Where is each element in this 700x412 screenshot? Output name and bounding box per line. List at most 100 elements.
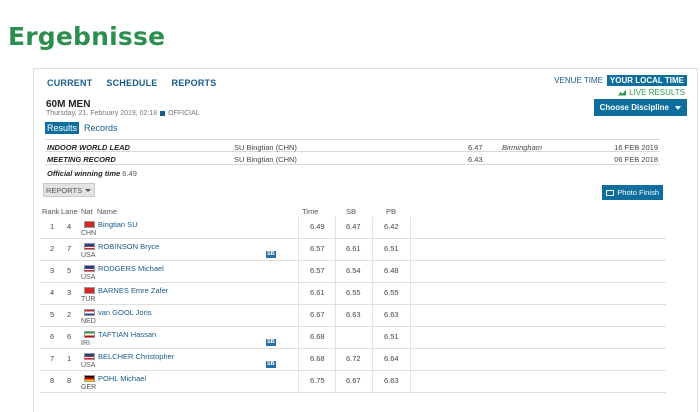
reports-dropdown[interactable]: REPORTS	[43, 183, 95, 197]
results-table-body: 1 4 CHN Bingtian SU 6.49 6.47 6.42 2 7 U…	[40, 217, 666, 393]
athlete-name-link[interactable]: ROBINSON Bryce	[98, 242, 159, 251]
record-date: 06 FEB 2018	[614, 155, 658, 164]
col-name: Name	[97, 207, 118, 216]
camera-icon	[606, 189, 615, 196]
cell-pb: 6.51	[384, 332, 399, 341]
record-date: 16 FEB 2019	[614, 143, 658, 152]
record-label: MEETING RECORD	[47, 155, 116, 164]
official-winning-time: Official winning time 6.49	[47, 169, 137, 178]
cell-pb: 6.64	[384, 354, 399, 363]
table-row: 7 1 USA BELCHER Christopher SB 6.68 6.72…	[40, 349, 666, 371]
live-chart-icon	[618, 89, 627, 96]
cell-rank: 5	[50, 310, 55, 319]
venue-time-toggle[interactable]: VENUE TIME	[550, 75, 607, 86]
cell-nat: IRI	[81, 340, 90, 347]
athlete-name-link[interactable]: van GOOL Joris	[98, 308, 152, 317]
col-lane: Lane	[61, 207, 78, 216]
flag-icon	[84, 353, 95, 360]
record-row: INDOOR WORLD LEAD SU Bingtian (CHN) 6.47…	[45, 139, 660, 152]
tab-records[interactable]: Records	[82, 122, 120, 134]
flag-icon	[84, 331, 95, 338]
cell-rank: 3	[50, 266, 55, 275]
athlete-name-link[interactable]: BARNES Emre Zafer	[98, 286, 168, 295]
photo-finish-button[interactable]: Photo Finish	[602, 185, 663, 200]
cell-lane: 4	[67, 222, 72, 231]
cell-sb: 6.63	[346, 310, 361, 319]
live-results-label: LIVE RESULTS	[629, 88, 685, 97]
local-time-toggle[interactable]: YOUR LOCAL TIME	[606, 75, 687, 86]
event-date: Thursday, 21. February 2019, 02:18 OFFIC…	[46, 110, 200, 117]
official-status-icon	[160, 111, 166, 116]
column-divider	[372, 371, 373, 392]
athlete-name-link[interactable]: RODGERS Michael	[98, 264, 164, 273]
cell-rank: 8	[50, 376, 55, 385]
flag-icon	[84, 221, 95, 228]
cell-pb: 6.51	[384, 244, 399, 253]
cell-sb: 6.54	[346, 266, 361, 275]
cell-time: 6.49	[310, 222, 325, 231]
nav-reports[interactable]: REPORTS	[172, 78, 217, 88]
col-sb: SB	[346, 207, 357, 216]
column-divider	[372, 349, 373, 370]
cell-rank: 7	[50, 354, 55, 363]
table-row: 2 7 USA ROBINSON Bryce SB 6.57 6.61 6.51	[40, 239, 666, 261]
flag-icon	[84, 265, 95, 272]
season-best-badge: SB	[266, 339, 276, 346]
column-divider	[298, 283, 299, 304]
record-athlete: SU Bingtian (CHN)	[234, 155, 297, 164]
choose-discipline-button[interactable]: Choose Discipline	[593, 99, 687, 116]
cell-pb: 6.48	[384, 266, 399, 275]
record-row: MEETING RECORD SU Bingtian (CHN) 6.43 06…	[45, 152, 660, 165]
cell-rank: 1	[50, 222, 55, 231]
column-divider	[372, 283, 373, 304]
nav-current[interactable]: CURRENT	[47, 78, 92, 88]
cell-pb: 6.63	[384, 376, 399, 385]
col-time: Time	[302, 207, 319, 216]
column-divider	[372, 327, 373, 348]
athlete-name-link[interactable]: BELCHER Christopher	[98, 352, 174, 361]
athlete-name-link[interactable]: TAFTIAN Hassan	[98, 330, 156, 339]
nav-schedule[interactable]: SCHEDULE	[106, 78, 157, 88]
cell-rank: 6	[50, 332, 55, 341]
column-divider	[372, 261, 373, 282]
tab-results[interactable]: Results	[45, 122, 80, 134]
choose-discipline-label: Choose Discipline	[599, 103, 669, 112]
column-divider	[410, 239, 411, 260]
live-results-link[interactable]: LIVE RESULTS	[618, 88, 685, 97]
table-row: 8 8 GER POHL Michael 6.75 6.67 6.63	[40, 371, 666, 393]
cell-sb: 6.61	[346, 244, 361, 253]
column-divider	[335, 217, 336, 238]
flag-icon	[84, 287, 95, 294]
chevron-down-icon	[675, 105, 681, 110]
column-divider	[372, 305, 373, 326]
cell-pb: 6.42	[384, 222, 399, 231]
column-divider	[298, 217, 299, 238]
cell-nat: TUR	[81, 296, 96, 303]
record-label: INDOOR WORLD LEAD	[47, 143, 130, 152]
column-divider	[410, 261, 411, 282]
cell-nat: GER	[81, 384, 97, 391]
athlete-name-link[interactable]: POHL Michael	[98, 374, 146, 383]
chevron-down-icon	[85, 188, 92, 192]
cell-time: 6.57	[310, 266, 325, 275]
cell-time: 6.57	[310, 244, 325, 253]
cell-lane: 7	[67, 244, 72, 253]
top-nav: CURRENT SCHEDULE REPORTS	[47, 78, 216, 88]
athlete-name-link[interactable]: Bingtian SU	[98, 220, 138, 229]
cell-time: 6.67	[310, 310, 325, 319]
cell-lane: 1	[67, 354, 72, 363]
cell-nat: CHN	[81, 230, 97, 237]
column-divider	[335, 327, 336, 348]
column-divider	[298, 371, 299, 392]
table-row: 1 4 CHN Bingtian SU 6.49 6.47 6.42	[40, 217, 666, 239]
event-datetime: Thursday, 21. February 2019, 02:18	[46, 110, 158, 117]
column-divider	[372, 239, 373, 260]
table-row: 6 6 IRI TAFTIAN Hassan SB 6.68 6.51	[40, 327, 666, 349]
column-divider	[372, 217, 373, 238]
column-divider	[335, 261, 336, 282]
results-tabs: Results Records	[45, 122, 120, 134]
record-venue: Birmingham	[502, 143, 543, 152]
winning-time-label: Official winning time	[47, 169, 121, 178]
flag-icon	[84, 243, 95, 250]
col-pb: PB	[386, 207, 397, 216]
